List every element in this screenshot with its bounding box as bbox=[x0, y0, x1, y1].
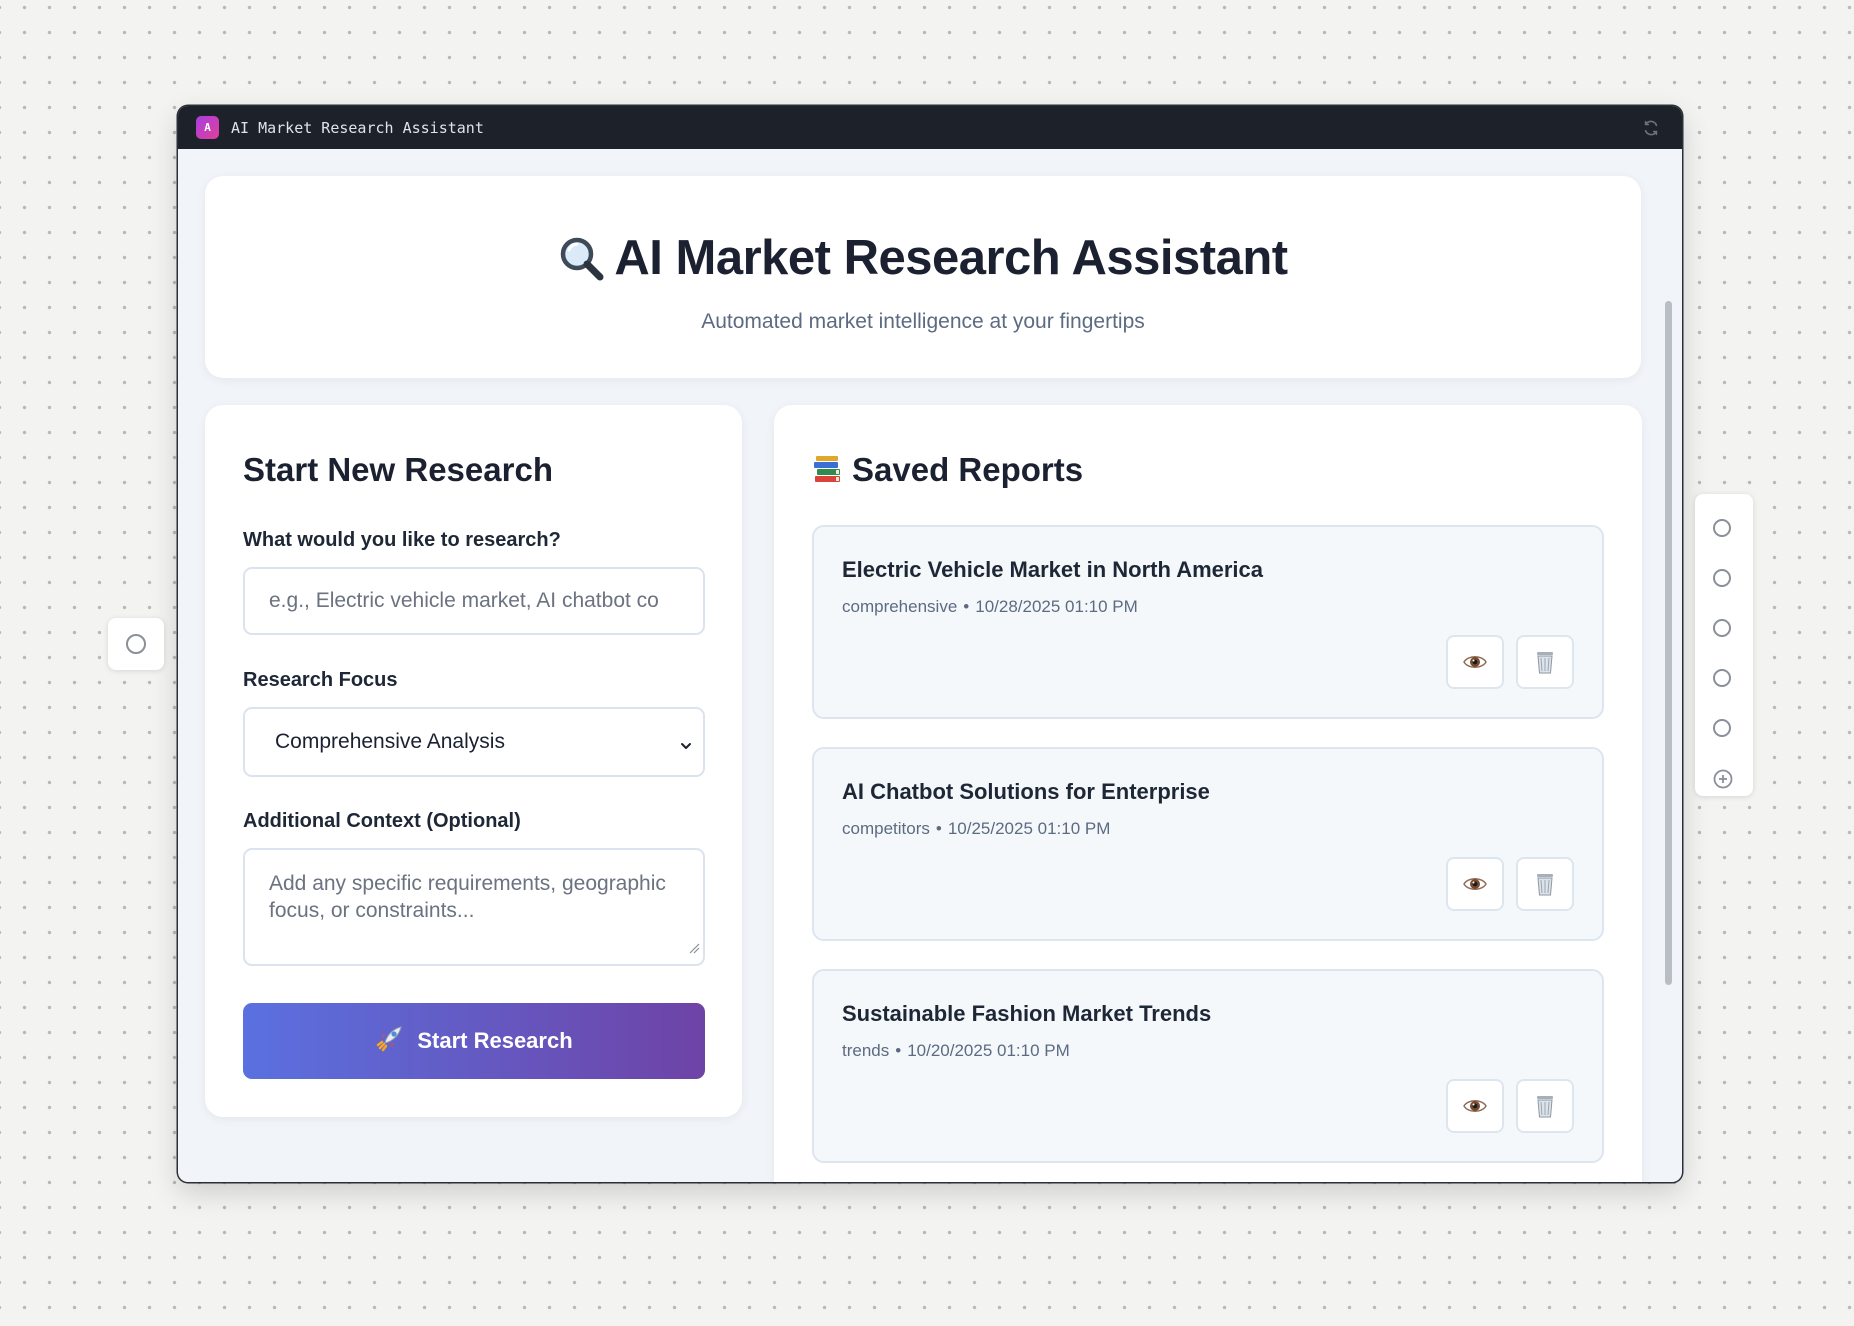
focus-select[interactable]: Comprehensive Analysis bbox=[243, 707, 705, 777]
resize-handle-icon[interactable] bbox=[688, 934, 700, 961]
saved-reports-card: Saved Reports Electric Vehicle Market in… bbox=[774, 405, 1642, 1182]
report-type: trends bbox=[842, 1041, 890, 1060]
right-floating-toolbar bbox=[1695, 494, 1753, 796]
books-icon bbox=[814, 456, 840, 482]
scrollbar-thumb[interactable] bbox=[1665, 301, 1672, 985]
trash-icon bbox=[1537, 874, 1553, 896]
context-textarea[interactable]: Add any specific requirements, geographi… bbox=[243, 848, 705, 966]
header-card: AI Market Research Assistant Automated m… bbox=[205, 176, 1641, 378]
view-report-button[interactable] bbox=[1446, 857, 1504, 911]
new-research-card: Start New Research What would you like t… bbox=[205, 405, 742, 1117]
context-label: Additional Context (Optional) bbox=[243, 810, 521, 832]
delete-report-button[interactable] bbox=[1516, 1079, 1574, 1133]
topic-input[interactable]: e.g., Electric vehicle market, AI chatbo… bbox=[243, 567, 705, 635]
report-title: Electric Vehicle Market in North America bbox=[842, 557, 1264, 582]
circle-icon[interactable] bbox=[1713, 569, 1731, 587]
focus-select-value: Comprehensive Analysis bbox=[275, 730, 505, 753]
reports-title: Saved Reports bbox=[812, 451, 1083, 489]
report-card[interactable]: AI Chatbot Solutions for Enterprise comp… bbox=[812, 747, 1604, 941]
chevron-down-icon bbox=[679, 735, 693, 759]
report-meta: trends • 10/20/2025 01:10 PM bbox=[842, 1041, 1070, 1060]
circle-icon[interactable] bbox=[1713, 669, 1731, 687]
eye-icon bbox=[1463, 656, 1487, 668]
report-title: Sustainable Fashion Market Trends bbox=[842, 1001, 1212, 1026]
magnifier-icon bbox=[561, 237, 604, 281]
report-meta: competitors • 10/25/2025 01:10 PM bbox=[842, 819, 1111, 838]
report-title: AI Chatbot Solutions for Enterprise bbox=[842, 779, 1210, 804]
delete-report-button[interactable] bbox=[1516, 635, 1574, 689]
start-research-button[interactable]: Start Research bbox=[243, 1003, 705, 1079]
eye-icon bbox=[1463, 878, 1487, 890]
window-title: AI Market Research Assistant bbox=[231, 118, 484, 137]
circle-icon[interactable] bbox=[126, 634, 146, 654]
delete-report-button[interactable] bbox=[1516, 857, 1574, 911]
main-content: AI Market Research Assistant Automated m… bbox=[178, 149, 1682, 1182]
report-card[interactable]: Electric Vehicle Market in North America… bbox=[812, 525, 1604, 719]
circle-icon[interactable] bbox=[1713, 619, 1731, 637]
report-date: 10/25/2025 01:10 PM bbox=[947, 819, 1111, 838]
report-type: competitors bbox=[842, 819, 930, 838]
view-report-button[interactable] bbox=[1446, 635, 1504, 689]
report-date: 10/20/2025 01:10 PM bbox=[907, 1041, 1070, 1060]
report-meta: comprehensive • 10/28/2025 01:10 PM bbox=[842, 597, 1138, 616]
left-floating-toolbar bbox=[108, 618, 164, 670]
app-window: A AI Market Research Assistant AI Market… bbox=[178, 106, 1682, 1182]
report-type: comprehensive bbox=[842, 597, 958, 616]
focus-label: Research Focus bbox=[243, 669, 398, 691]
page-subtitle: Automated market intelligence at your fi… bbox=[701, 310, 1145, 333]
report-date: 10/28/2025 01:10 PM bbox=[975, 597, 1138, 616]
trash-icon bbox=[1537, 1096, 1553, 1118]
start-research-label: Start Research bbox=[417, 1028, 573, 1053]
circle-icon[interactable] bbox=[1713, 719, 1731, 737]
view-report-button[interactable] bbox=[1446, 1079, 1504, 1133]
rocket-icon bbox=[375, 1023, 405, 1059]
report-card[interactable]: Sustainable Fashion Market Trends trends… bbox=[812, 969, 1604, 1163]
circle-icon[interactable] bbox=[1713, 519, 1731, 537]
refresh-icon[interactable] bbox=[1640, 117, 1662, 139]
add-circle-icon[interactable] bbox=[1713, 769, 1733, 794]
page-title: AI Market Research Assistant bbox=[205, 230, 1641, 286]
reports-title-text: Saved Reports bbox=[852, 451, 1084, 488]
form-title: Start New Research bbox=[243, 451, 553, 488]
context-placeholder: Add any specific requirements, geographi… bbox=[269, 872, 666, 922]
topic-label: What would you like to research? bbox=[243, 529, 561, 551]
eye-icon bbox=[1463, 1100, 1487, 1112]
app-badge-icon: A bbox=[196, 116, 219, 139]
title-bar: A AI Market Research Assistant bbox=[178, 106, 1682, 149]
trash-icon bbox=[1537, 652, 1553, 674]
page-title-text: AI Market Research Assistant bbox=[614, 231, 1288, 285]
